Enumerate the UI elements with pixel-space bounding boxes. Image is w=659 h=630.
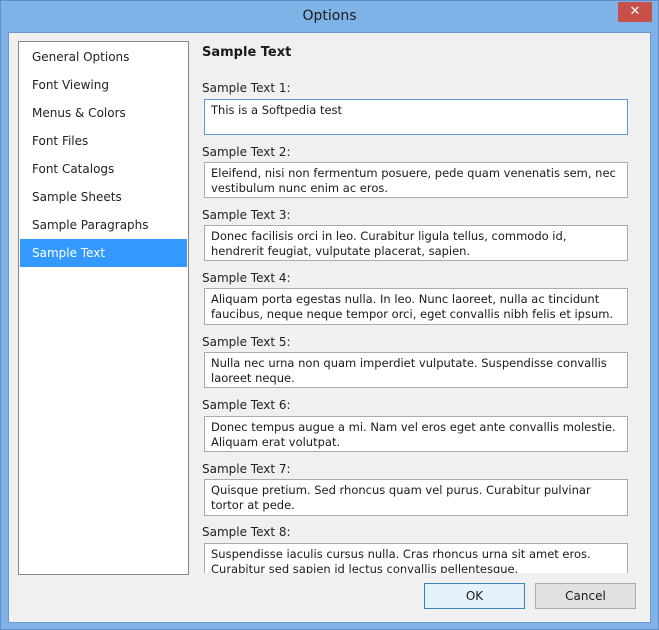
sidebar-item-font-viewing[interactable]: Font Viewing [20, 71, 187, 99]
sidebar-item-sample-text[interactable]: Sample Text [20, 239, 187, 267]
sample-text-1-label: Sample Text 1: [202, 81, 291, 95]
sample-text-7-label: Sample Text 7: [202, 462, 291, 476]
sample-text-6-input[interactable]: Donec tempus augue a mi. Nam vel eros eg… [204, 416, 628, 452]
dialog-client-area: General Options Font Viewing Menus & Col… [8, 32, 651, 623]
sample-text-5-label: Sample Text 5: [202, 335, 291, 349]
section-title: Sample Text [202, 45, 292, 60]
sample-text-6-label: Sample Text 6: [202, 398, 291, 412]
sample-text-2-input[interactable]: Eleifend, nisi non fermentum posuere, pe… [204, 162, 628, 198]
sample-text-3-label: Sample Text 3: [202, 208, 291, 222]
title-bar: Options ✕ [1, 1, 658, 32]
sidebar-item-sample-paragraphs[interactable]: Sample Paragraphs [20, 211, 187, 239]
ok-button[interactable]: OK [424, 583, 525, 609]
sample-text-5-input[interactable]: Nulla nec urna non quam imperdiet vulput… [204, 352, 628, 388]
sample-text-1-input[interactable]: This is a Softpedia test [204, 99, 628, 135]
sidebar-item-general-options[interactable]: General Options [20, 43, 187, 71]
sidebar-item-menus-colors[interactable]: Menus & Colors [20, 99, 187, 127]
close-icon: ✕ [629, 4, 641, 19]
sample-text-3-input[interactable]: Donec facilisis orci in leo. Curabitur l… [204, 225, 628, 261]
cancel-button[interactable]: Cancel [535, 583, 636, 609]
sidebar-item-font-catalogs[interactable]: Font Catalogs [20, 155, 187, 183]
close-button[interactable]: ✕ [618, 2, 652, 22]
sample-text-8-label: Sample Text 8: [202, 525, 291, 539]
sample-text-8-input[interactable]: Suspendisse iaculis cursus nulla. Cras r… [204, 543, 628, 573]
sidebar-item-sample-sheets[interactable]: Sample Sheets [20, 183, 187, 211]
sample-text-4-input[interactable]: Aliquam porta egestas nulla. In leo. Nun… [204, 288, 628, 325]
options-category-list: General Options Font Viewing Menus & Col… [18, 41, 189, 575]
sample-text-panel: Sample Text Sample Text 1: This is a Sof… [195, 41, 635, 573]
window-title: Options [302, 8, 357, 24]
options-window: Options ✕ General Options Font Viewing M… [0, 0, 659, 630]
sample-text-4-label: Sample Text 4: [202, 271, 291, 285]
sample-text-2-label: Sample Text 2: [202, 145, 291, 159]
sidebar-item-font-files[interactable]: Font Files [20, 127, 187, 155]
sample-text-7-input[interactable]: Quisque pretium. Sed rhoncus quam vel pu… [204, 479, 628, 516]
